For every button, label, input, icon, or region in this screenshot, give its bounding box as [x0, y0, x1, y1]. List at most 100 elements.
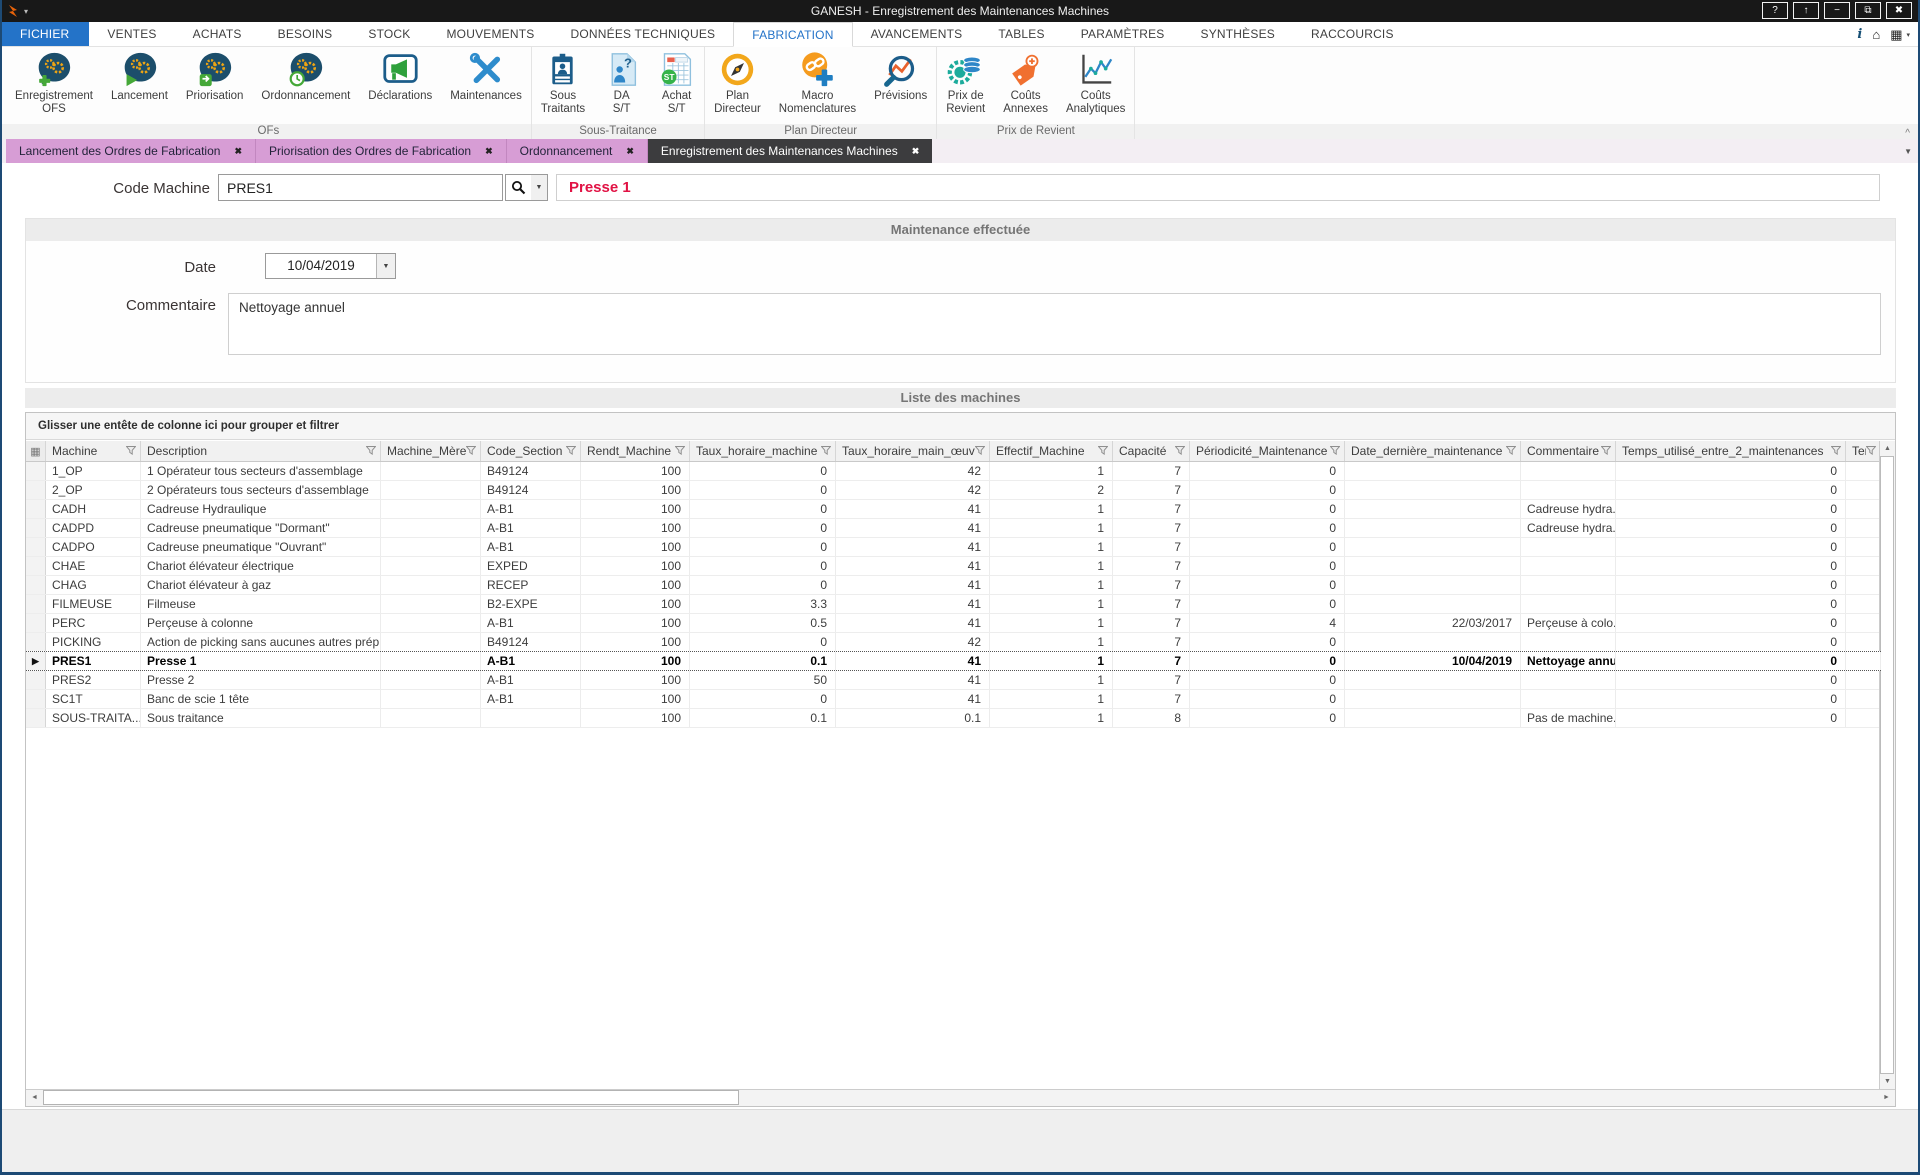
table-row-cadpd[interactable]: CADPDCadreuse pneumatique "Dormant"A-B11… [26, 519, 1881, 538]
menu-item-fichier[interactable]: FICHIER [0, 22, 89, 46]
ribbon-button-macro-nomenclatures[interactable]: Macro Nomenclatures [770, 47, 865, 124]
filter-icon[interactable] [466, 444, 476, 458]
column-header-description[interactable]: Description [141, 441, 381, 461]
close-window-button[interactable]: ✖ [1886, 2, 1912, 19]
tab-enregistrement-des-maintenances-machines[interactable]: Enregistrement des Maintenances Machines… [648, 139, 932, 163]
ribbon-button-enregistrement-ofs[interactable]: Enregistrement OFS [6, 47, 102, 124]
tab-close-icon[interactable]: ✖ [912, 146, 920, 157]
grid-groupby-bar[interactable]: Glisser une entête de colonne ici pour g… [26, 413, 1895, 440]
help-window-button[interactable]: ? [1762, 2, 1788, 19]
comment-textarea[interactable]: Nettoyage annuel [228, 293, 1881, 355]
table-tools-icon[interactable]: ▦ [1890, 27, 1902, 43]
tab-lancement-des-ordres-de-fabrication[interactable]: Lancement des Ordres de Fabrication✖ [6, 139, 256, 163]
tab-priorisation-des-ordres-de-fabrication[interactable]: Priorisation des Ordres de Fabrication✖ [256, 139, 507, 163]
vertical-scrollbar[interactable]: ▲ ▼ [1879, 441, 1895, 1089]
filter-icon[interactable] [675, 444, 685, 458]
ribbon-button-declarations[interactable]: Déclarations [359, 47, 441, 124]
table-row-cadpo[interactable]: CADPOCadreuse pneumatique "Ouvrant"A-B11… [26, 538, 1881, 557]
column-header-commentaire[interactable]: Commentaire [1521, 441, 1616, 461]
collapse-ribbon-icon[interactable]: ^ [1905, 128, 1910, 139]
float-window-button[interactable]: ↑ [1793, 2, 1819, 19]
column-header-temps-util[interactable]: Temps_util [1846, 441, 1881, 461]
column-header-taux-horaire-main-uvre[interactable]: Taux_horaire_main_œuvre [836, 441, 990, 461]
column-header-capacite[interactable]: Capacité [1113, 441, 1190, 461]
date-combo[interactable]: 10/04/2019 ▼ [265, 253, 396, 279]
ribbon-button-ordonnancement[interactable]: Ordonnancement [252, 47, 359, 124]
filter-icon[interactable] [1866, 444, 1876, 458]
menu-item-raccourcis[interactable]: RACCOURCIS [1293, 22, 1412, 46]
table-row-sous-traita[interactable]: SOUS-TRAITA...Sous traitance1000.10.1180… [26, 709, 1881, 728]
filter-icon[interactable] [126, 444, 136, 458]
restore-window-button[interactable]: ⧉ [1855, 2, 1881, 19]
table-row-chag[interactable]: CHAGChariot élévateur à gazRECEP10004117… [26, 576, 1881, 595]
column-header-rendt-machine[interactable]: Rendt_Machine [581, 441, 690, 461]
date-dropdown-icon[interactable]: ▼ [376, 254, 395, 278]
filter-icon[interactable] [566, 444, 576, 458]
menu-item-tables[interactable]: TABLES [980, 22, 1062, 46]
horizontal-scroll-thumb[interactable] [43, 1090, 739, 1105]
table-row-cadh[interactable]: CADHCadreuse HydrauliqueA-B1100041170Cad… [26, 500, 1881, 519]
tab-close-icon[interactable]: ✖ [485, 146, 493, 157]
filter-icon[interactable] [1098, 444, 1108, 458]
menu-item-parametres[interactable]: PARAMÈTRES [1063, 22, 1183, 46]
filter-icon[interactable] [366, 444, 376, 458]
filter-icon[interactable] [975, 444, 985, 458]
search-button[interactable] [505, 174, 532, 201]
column-header-periodicite-maintenance[interactable]: Périodicité_Maintenance [1190, 441, 1345, 461]
table-row-chae[interactable]: CHAEChariot élévateur électriqueEXPED100… [26, 557, 1881, 576]
table-row-filmeuse[interactable]: FILMEUSEFilmeuseB2-EXPE1003.3411700 [26, 595, 1881, 614]
tab-close-icon[interactable]: ✖ [234, 146, 242, 157]
column-header-machine[interactable]: Machine [46, 441, 141, 461]
menu-item-achats[interactable]: ACHATS [175, 22, 260, 46]
ribbon-button-sous-traitants[interactable]: Sous Traitants [532, 47, 594, 124]
column-header-date-derniere-maintenance[interactable]: Date_dernière_maintenance [1345, 441, 1521, 461]
column-header-code-section[interactable]: Code_Section [481, 441, 581, 461]
search-dropdown-button[interactable]: ▼ [531, 174, 548, 201]
ribbon-button-priorisation[interactable]: Priorisation [177, 47, 253, 124]
ribbon-button-prix-de-revient[interactable]: Prix de Revient [937, 47, 994, 124]
ribbon-button-plan-directeur[interactable]: Plan Directeur [705, 47, 770, 124]
code-machine-input[interactable] [218, 174, 503, 201]
table-row-pres1[interactable]: ▶PRES1Presse 1A-B11000.14117010/04/2019N… [26, 651, 1881, 671]
scroll-down-icon[interactable]: ▼ [1880, 1074, 1895, 1089]
filter-icon[interactable] [1506, 444, 1516, 458]
table-row-pres2[interactable]: PRES2Presse 2A-B110050411700 [26, 671, 1881, 690]
scroll-left-icon[interactable]: ◄ [26, 1090, 43, 1106]
menu-item-stock[interactable]: STOCK [350, 22, 428, 46]
menu-item-fabrication[interactable]: FABRICATION [733, 22, 852, 47]
info-icon[interactable]: i [1857, 27, 1862, 42]
column-header-effectif-machine[interactable]: Effectif_Machine [990, 441, 1113, 461]
table-row-perc[interactable]: PERCPerçeuse à colonneA-B11000.54117422/… [26, 614, 1881, 633]
column-header-taux-horaire-machine[interactable]: Taux_horaire_machine [690, 441, 836, 461]
minimize-window-button[interactable]: − [1824, 2, 1850, 19]
ribbon-button-lancement[interactable]: Lancement [102, 47, 177, 124]
menu-item-mouvements[interactable]: MOUVEMENTS [428, 22, 552, 46]
tab-ordonnancement[interactable]: Ordonnancement✖ [507, 139, 648, 163]
menu-item-ventes[interactable]: VENTES [89, 22, 174, 46]
grid-select-all-cell[interactable]: ▦ [26, 441, 46, 461]
ribbon-button-previsions[interactable]: Prévisions [865, 47, 936, 124]
table-row-sc1t[interactable]: SC1TBanc de scie 1 têteA-B11000411700 [26, 690, 1881, 709]
home-icon[interactable]: ⌂ [1872, 27, 1880, 42]
table-row-picking[interactable]: PICKINGAction de picking sans aucunes au… [26, 633, 1881, 652]
column-header-machine-mere[interactable]: Machine_Mère [381, 441, 481, 461]
menu-item-donnees-techniques[interactable]: DONNÉES TECHNIQUES [553, 22, 734, 46]
scroll-up-icon[interactable]: ▲ [1880, 441, 1895, 456]
table-row-1-op[interactable]: 1_OP1 Opérateur tous secteurs d'assembla… [26, 462, 1881, 481]
ribbon-button-couts-annexes[interactable]: Coûts Annexes [994, 47, 1057, 124]
filter-icon[interactable] [1175, 444, 1185, 458]
menu-item-avancements[interactable]: AVANCEMENTS [853, 22, 981, 46]
ribbon-button-da-s-t[interactable]: ?DA S/T [594, 47, 649, 124]
scroll-right-icon[interactable]: ► [1878, 1090, 1895, 1106]
filter-icon[interactable] [1330, 444, 1340, 458]
table-row-2-op[interactable]: 2_OP2 Opérateurs tous secteurs d'assembl… [26, 481, 1881, 500]
ribbon-button-achat-s-t[interactable]: STAchat S/T [649, 47, 704, 124]
filter-icon[interactable] [821, 444, 831, 458]
ribbon-button-couts-analytiques[interactable]: Coûts Analytiques [1057, 47, 1134, 124]
ribbon-button-maintenances[interactable]: Maintenances [441, 47, 531, 124]
menu-item-besoins[interactable]: BESOINS [260, 22, 351, 46]
horizontal-scrollbar[interactable]: ◄ ► [26, 1089, 1895, 1106]
tab-close-icon[interactable]: ✖ [626, 146, 634, 157]
vertical-scroll-thumb[interactable] [1880, 456, 1894, 1074]
table-tools-caret-icon[interactable]: ▾ [1906, 31, 1910, 39]
